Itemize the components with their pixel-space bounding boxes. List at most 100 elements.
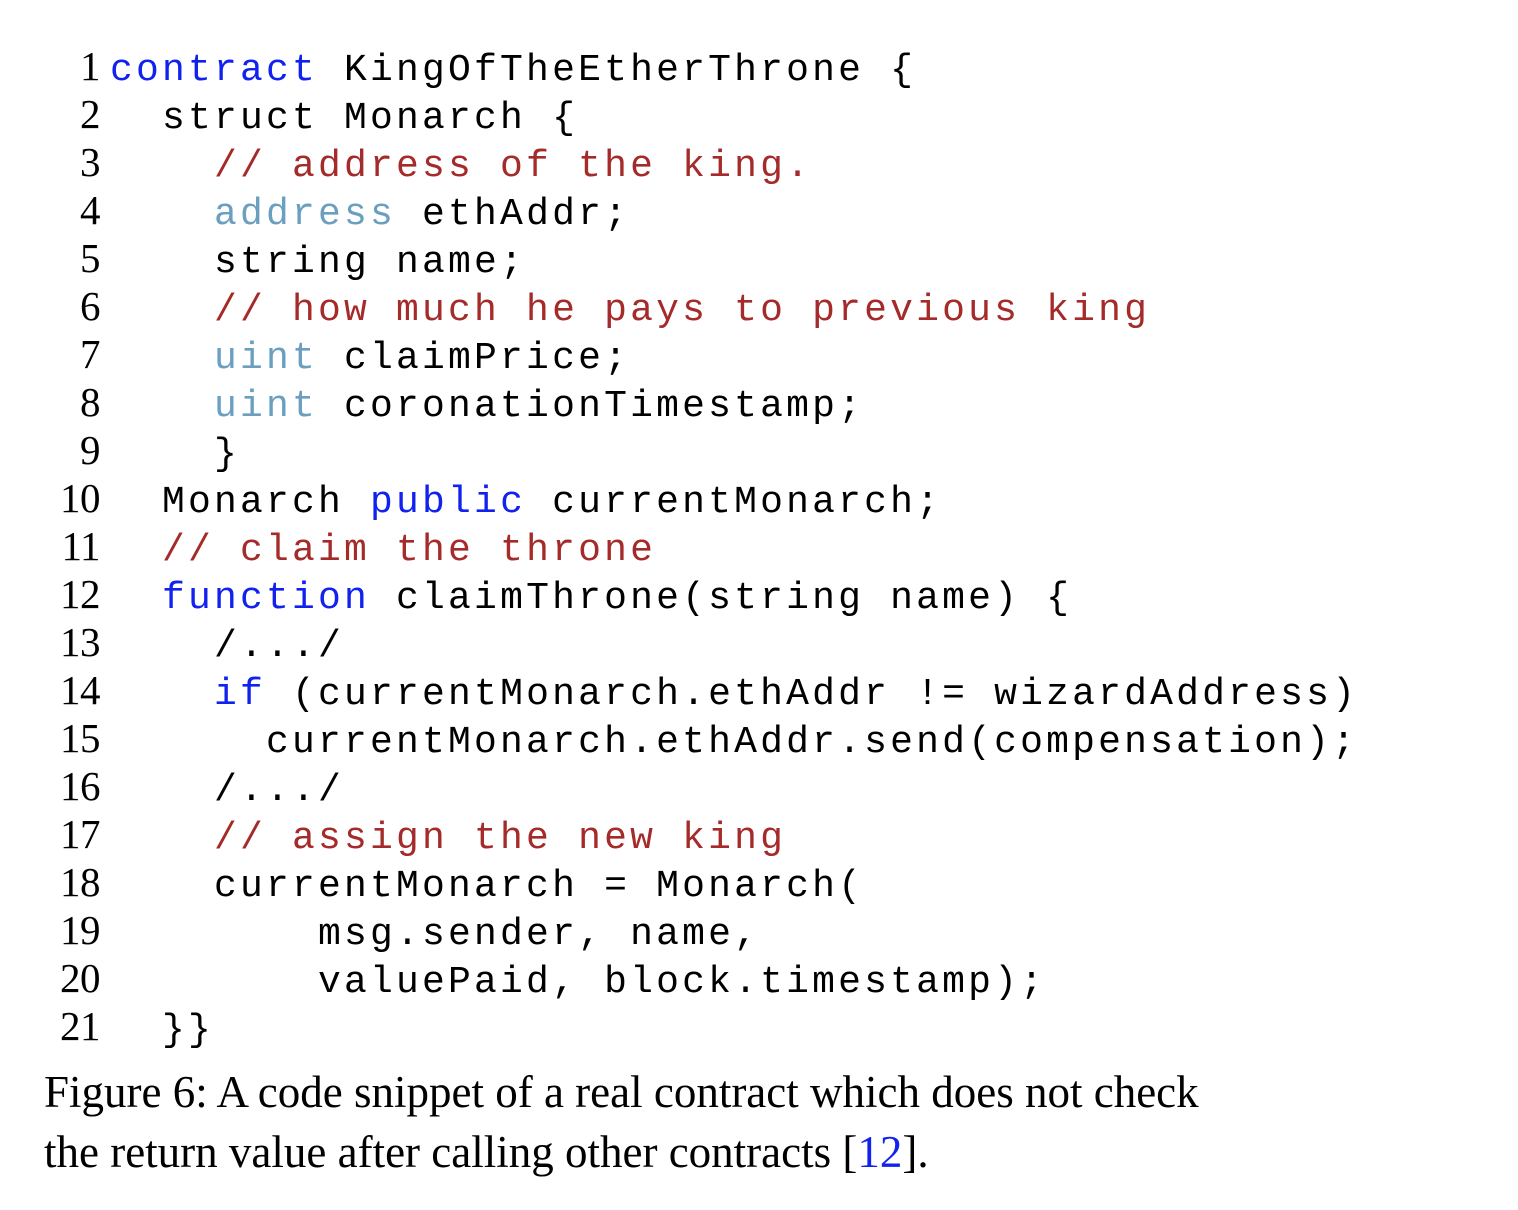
- code-text: string name;: [100, 239, 526, 287]
- line-number: 3: [80, 139, 101, 185]
- code-token-cmt: // claim the throne: [162, 529, 657, 572]
- code-listing: 1 contract KingOfTheEtherThrone {2 struct…: [0, 42, 1518, 1052]
- code-token-plain: currentMonarch;: [526, 481, 943, 524]
- code-token-plain: }}: [110, 1009, 215, 1052]
- code-line: 15 currentMonarch.ethAddr.send(compensat…: [0, 714, 1518, 764]
- code-text: Monarch public currentMonarch;: [100, 479, 942, 527]
- figure-caption: Figure 6: A code snippet of a real contr…: [44, 1062, 1502, 1182]
- code-text: }}: [100, 1007, 214, 1055]
- code-text: // how much he pays to previous king: [100, 287, 1150, 335]
- code-line: 14 if (currentMonarch.ethAddr != wizardA…: [0, 666, 1518, 716]
- code-text: if (currentMonarch.ethAddr != wizardAddr…: [100, 671, 1358, 719]
- caption-line-2: the return value after calling other con…: [44, 1122, 1502, 1182]
- code-text: // claim the throne: [100, 527, 656, 575]
- code-token-cmt: // how much he pays to previous king: [214, 289, 1151, 332]
- code-token-plain: }: [110, 433, 241, 476]
- code-line: 19 msg.sender, name,: [0, 906, 1518, 956]
- code-token-cmt: // address of the king.: [214, 145, 813, 188]
- code-token-plain: claimThrone(string name) {: [370, 577, 1073, 620]
- code-token-plain: (currentMonarch.ethAddr != wizardAddress…: [266, 673, 1359, 716]
- code-token-plain: currentMonarch.ethAddr.send(compensation…: [110, 721, 1359, 764]
- code-text: }: [100, 431, 240, 479]
- code-text: function claimThrone(string name) {: [100, 575, 1072, 623]
- code-token-kw: function: [162, 577, 371, 620]
- line-number: 16: [60, 763, 101, 809]
- code-text: // assign the new king: [100, 815, 786, 863]
- line-number: 11: [61, 523, 101, 569]
- code-line: 12 function claimThrone(string name) {: [0, 570, 1518, 620]
- code-text: /.../: [100, 767, 344, 815]
- line-number: 1: [80, 43, 101, 89]
- code-text: // address of the king.: [100, 143, 812, 191]
- line-number: 20: [60, 955, 101, 1001]
- code-token-plain: coronationTimestamp;: [318, 385, 865, 428]
- figure-container: 1 contract KingOfTheEtherThrone {2 struct…: [0, 0, 1518, 1210]
- code-line: 20 valuePaid, block.timestamp);: [0, 954, 1518, 1004]
- code-token-plain: msg.sender, name,: [110, 913, 761, 956]
- code-line: 1 contract KingOfTheEtherThrone {: [0, 42, 1518, 92]
- code-token-plain: /.../: [110, 769, 345, 812]
- code-text: msg.sender, name,: [100, 911, 760, 959]
- caption-line-1: Figure 6: A code snippet of a real contr…: [44, 1067, 1199, 1117]
- line-number: 10: [60, 475, 101, 521]
- code-token-kw: public: [370, 481, 527, 524]
- code-text: struct Monarch {: [100, 95, 578, 143]
- line-number: 12: [60, 571, 101, 617]
- line-number: 6: [80, 283, 101, 329]
- code-line: 11 // claim the throne: [0, 522, 1518, 572]
- code-token-plain: currentMonarch = Monarch(: [110, 865, 865, 908]
- code-line: 16 /.../: [0, 762, 1518, 812]
- line-number: 17: [60, 811, 101, 857]
- line-number: 14: [60, 667, 101, 713]
- code-line: 3 // address of the king.: [0, 138, 1518, 188]
- code-token-typ: uint: [214, 337, 319, 380]
- code-line: 21 }}: [0, 1002, 1518, 1052]
- code-line: 18 currentMonarch = Monarch(: [0, 858, 1518, 908]
- code-line: 4 address ethAddr;: [0, 186, 1518, 236]
- code-token-plain: string name;: [110, 241, 527, 284]
- code-line: 13 /.../: [0, 618, 1518, 668]
- code-token-typ: address: [214, 193, 397, 236]
- code-token-plain: valuePaid, block.timestamp);: [110, 961, 1047, 1004]
- line-number: 18: [60, 859, 101, 905]
- code-token-plain: Monarch: [110, 481, 371, 524]
- line-number: 9: [80, 427, 101, 473]
- caption-line-2-text: the return value after calling other con…: [44, 1127, 858, 1177]
- code-line: 8 uint coronationTimestamp;: [0, 378, 1518, 428]
- code-text: currentMonarch = Monarch(: [100, 863, 864, 911]
- code-token-kw: if: [214, 673, 267, 716]
- line-number: 21: [60, 1003, 101, 1049]
- code-line: 6 // how much he pays to previous king: [0, 282, 1518, 332]
- line-number: 4: [80, 187, 101, 233]
- code-line: 17 // assign the new king: [0, 810, 1518, 860]
- code-token-cmt: // assign the new king: [214, 817, 787, 860]
- code-text: uint claimPrice;: [100, 335, 630, 383]
- code-token-kw: contract: [110, 49, 319, 92]
- code-line: 10 Monarch public currentMonarch;: [0, 474, 1518, 524]
- line-number: 15: [60, 715, 101, 761]
- code-token-plain: claimPrice;: [318, 337, 631, 380]
- code-text: contract KingOfTheEtherThrone {: [100, 47, 916, 95]
- code-line: 7 uint claimPrice;: [0, 330, 1518, 380]
- line-number: 7: [80, 331, 101, 377]
- citation-link-12[interactable]: 12: [857, 1127, 902, 1177]
- line-number: 2: [80, 91, 101, 137]
- code-text: currentMonarch.ethAddr.send(compensation…: [100, 719, 1358, 767]
- code-token-typ: uint: [214, 385, 319, 428]
- code-text: uint coronationTimestamp;: [100, 383, 864, 431]
- code-line: 2 struct Monarch {: [0, 90, 1518, 140]
- code-token-plain: ethAddr;: [396, 193, 631, 236]
- code-text: /.../: [100, 623, 344, 671]
- code-text: address ethAddr;: [100, 191, 630, 239]
- code-text: valuePaid, block.timestamp);: [100, 959, 1046, 1007]
- code-token-plain: /.../: [110, 625, 345, 668]
- line-number: 13: [60, 619, 101, 665]
